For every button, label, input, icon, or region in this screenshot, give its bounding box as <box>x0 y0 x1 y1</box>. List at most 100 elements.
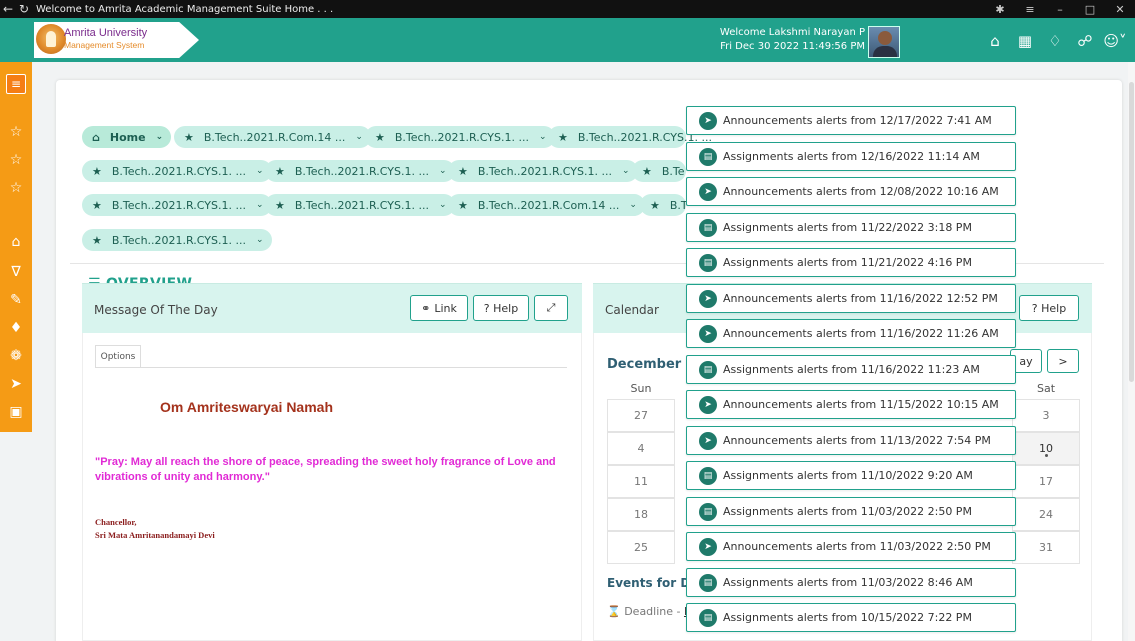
help-button[interactable]: ? Help <box>473 295 529 321</box>
maximize-icon[interactable]: □ <box>1075 3 1105 16</box>
chip-course[interactable]: ★ B.Tech..2021.R.CYS.1. ... ⌄ <box>365 126 555 148</box>
link-button[interactable]: ⚭ Link <box>410 295 468 321</box>
alert-text: Announcements alerts from 11/16/2022 11:… <box>723 327 999 340</box>
alert-text: Assignments alerts from 10/15/2022 7:22 … <box>723 611 972 624</box>
today-button-label: ay <box>1019 354 1033 368</box>
chip-label: B.Tech..2021.R.Com.14 ... <box>203 130 346 144</box>
chip-course[interactable]: ★ B.Tech..2021.R.CYS.1. ... ⌄ <box>82 160 272 182</box>
alert-text: Announcements alerts from 12/08/2022 10:… <box>723 185 999 198</box>
reload-icon[interactable]: ↻ <box>16 2 32 16</box>
document-icon: ▤ <box>699 608 717 627</box>
tag-icon[interactable]: ❁ <box>0 348 32 364</box>
megaphone-icon: ➤ <box>699 431 717 450</box>
alert-item[interactable]: ➤ Announcements alerts from 11/15/2022 10… <box>686 390 1016 419</box>
grid-icon[interactable]: ▦ <box>1010 32 1040 50</box>
back-arrow-icon[interactable]: ← <box>0 2 16 16</box>
chevron-down-icon: ⌄ <box>438 166 447 176</box>
options-tab[interactable]: Options <box>95 345 141 367</box>
alert-text: Assignments alerts from 12/16/2022 11:14… <box>723 150 980 163</box>
chip-course[interactable]: ★ B.Tech..2021.R.CYS.1. ... ⌄ <box>265 160 455 182</box>
favorite-star-icon[interactable]: ☆ <box>0 152 32 168</box>
alert-text: Assignments alerts from 11/03/2022 2:50 … <box>723 505 972 518</box>
alert-item[interactable]: ▤ Assignments alerts from 12/16/2022 11:1… <box>686 142 1016 171</box>
chip-label: B.T <box>669 198 688 212</box>
calendar-day[interactable]: 4 <box>607 432 675 465</box>
favorite-star-icon[interactable]: ☆ <box>0 180 32 196</box>
calendar-day[interactable]: 18 <box>607 498 675 531</box>
calendar-day-with-event[interactable]: 10 <box>1012 432 1080 465</box>
chip-course[interactable]: ★ B.Tech..2021.R.Com.14 ... ⌄ <box>174 126 371 148</box>
alert-item[interactable]: ▤ Assignments alerts from 10/15/2022 7:22… <box>686 603 1016 632</box>
chip-label: B.Tech..2021.R.CYS.1. ... <box>294 164 429 178</box>
app-header: Amrita University Management System Welc… <box>0 18 1135 62</box>
chip-label: B.Tech..2021.R.CYS.1. ... <box>111 233 246 247</box>
alert-item[interactable]: ➤ Announcements alerts from 12/17/2022 7:… <box>686 106 1016 135</box>
page-scrollbar[interactable] <box>1128 62 1135 641</box>
user-menu-icon[interactable]: ☺˅ <box>1100 32 1130 50</box>
welcome-text: Welcome Lakshmi Narayan P <box>719 27 865 38</box>
calendar-next-button[interactable]: > <box>1047 349 1079 373</box>
motd-title: Message Of The Day <box>94 303 218 317</box>
logo-emblem-icon <box>36 24 66 54</box>
chip-label: B.Tech..2021.R.CYS.1. ... <box>394 130 529 144</box>
chip-course[interactable]: ★ B.Tech..2021.R.Com.14 ... ⌄ <box>448 194 645 216</box>
alert-item[interactable]: ▤ Assignments alerts from 11/10/2022 9:20… <box>686 461 1016 490</box>
calendar-day[interactable]: 27 <box>607 399 675 432</box>
motd-quote: "Pray: May all reach the shore of peace,… <box>95 456 556 483</box>
chip-label: B.Tech..2021.R.CYS.1. ... <box>294 198 429 212</box>
motd-heading: Om Amriteswaryai Namah <box>160 399 333 415</box>
alert-item[interactable]: ➤ Announcements alerts from 11/13/2022 7:… <box>686 426 1016 455</box>
menu-icon[interactable]: ≡ <box>1015 3 1045 16</box>
cart-icon[interactable]: ∇ <box>0 264 32 280</box>
pencil-icon[interactable]: ✎ <box>0 292 32 308</box>
close-icon[interactable]: ✕ <box>1105 3 1135 16</box>
chip-course[interactable]: ★ B.Te <box>632 160 686 182</box>
welcome-block: Welcome Lakshmi Narayan P Fri Dec 30 202… <box>720 26 865 54</box>
calendar-day[interactable]: 31 <box>1012 531 1080 564</box>
favorite-star-icon[interactable]: ☆ <box>0 124 32 140</box>
home-icon[interactable]: ⌂ <box>980 32 1010 50</box>
calendar-day[interactable]: 3 <box>1012 399 1080 432</box>
alert-item[interactable]: ▤ Assignments alerts from 11/16/2022 11:2… <box>686 355 1016 384</box>
alert-item[interactable]: ➤ Announcements alerts from 11/16/2022 11… <box>686 319 1016 348</box>
chip-course[interactable]: ★ B.Tech..2021.R.CYS.1. ... ⌄ <box>82 229 272 251</box>
chip-course[interactable]: ★ B.Tech..2021.R.CYS.1. ... ⌄ <box>82 194 272 216</box>
logo[interactable]: Amrita University Management System <box>34 22 199 58</box>
minimize-icon[interactable]: – <box>1045 3 1075 16</box>
calendar-title: Calendar <box>605 303 659 317</box>
alert-item[interactable]: ▤ Assignments alerts from 11/21/2022 4:16… <box>686 248 1016 277</box>
chip-course[interactable]: ★ B.Tech..2021.R.CYS.1. ... ⌄ <box>448 160 638 182</box>
bell-icon[interactable]: ♢ <box>1040 32 1070 50</box>
calendar-day[interactable]: 24 <box>1012 498 1080 531</box>
expand-button[interactable]: ⤢ <box>534 295 568 321</box>
hamburger-menu-icon[interactable]: ≡ <box>6 74 26 94</box>
globe-icon[interactable]: ☍ <box>1070 32 1100 50</box>
home-icon[interactable]: ⌂ <box>0 234 32 250</box>
alert-item[interactable]: ➤ Announcements alerts from 11/03/2022 2:… <box>686 532 1016 561</box>
extension-icon[interactable]: ✱ <box>985 3 1015 16</box>
calendar-day[interactable]: 17 <box>1012 465 1080 498</box>
megaphone-icon: ➤ <box>699 289 717 308</box>
logo-subtitle: Management System <box>64 40 145 50</box>
alert-item[interactable]: ▤ Assignments alerts from 11/03/2022 2:50… <box>686 497 1016 526</box>
calendar-day[interactable]: 11 <box>607 465 675 498</box>
alert-item[interactable]: ➤ Announcements alerts from 11/16/2022 12… <box>686 284 1016 313</box>
send-icon[interactable]: ➤ <box>0 376 32 392</box>
calendar-help-button[interactable]: ? Help <box>1019 295 1079 321</box>
avatar[interactable] <box>868 26 900 58</box>
calendar-day[interactable]: 25 <box>607 531 675 564</box>
alert-item[interactable]: ➤ Announcements alerts from 12/08/2022 10… <box>686 177 1016 206</box>
hourglass-icon: ⌛ <box>607 605 621 618</box>
chip-course[interactable]: ★ B.Tech..2021.R.CYS.1. ... <box>548 126 712 148</box>
alert-item[interactable]: ▤ Assignments alerts from 11/03/2022 8:46… <box>686 568 1016 597</box>
briefcase-icon[interactable]: ▣ <box>0 404 32 420</box>
diamond-icon[interactable]: ♦ <box>0 320 32 336</box>
chevron-down-icon: ⌄ <box>155 132 164 142</box>
document-icon: ▤ <box>699 502 717 521</box>
chip-course[interactable]: ★ B.T <box>640 194 688 216</box>
alert-text: Announcements alerts from 11/15/2022 10:… <box>723 398 999 411</box>
chip-course[interactable]: ★ B.Tech..2021.R.CYS.1. ... ⌄ <box>265 194 455 216</box>
chip-home[interactable]: ⌂ Home ⌄ <box>82 126 172 148</box>
calendar-month: December 2 <box>607 357 685 372</box>
alert-item[interactable]: ▤ Assignments alerts from 11/22/2022 3:18… <box>686 213 1016 242</box>
